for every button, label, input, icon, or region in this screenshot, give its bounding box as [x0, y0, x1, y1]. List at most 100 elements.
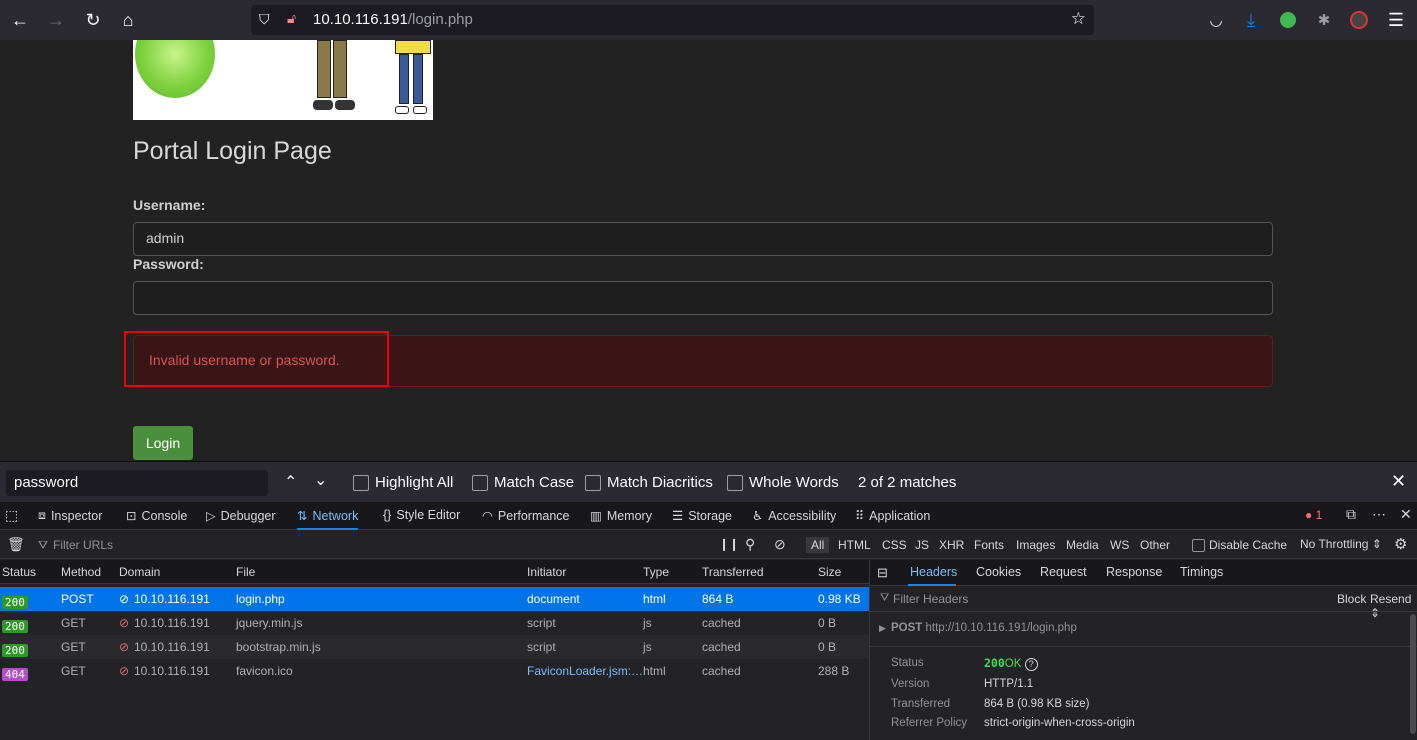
- profile-avatar-icon[interactable]: [1347, 8, 1371, 32]
- filter-images[interactable]: Images: [1016, 538, 1055, 552]
- tab-memory[interactable]: ▥ Memory: [590, 508, 652, 524]
- close-devtools-icon[interactable]: ✕: [1400, 506, 1412, 523]
- version-value: HTTP/1.1: [984, 678, 1034, 690]
- dock-icon[interactable]: ⧉: [1346, 506, 1356, 523]
- toggle-sidebar-icon[interactable]: ⊟: [877, 565, 888, 581]
- more-options-icon[interactable]: ⋯: [1372, 506, 1386, 523]
- filter-xhr[interactable]: XHR: [939, 538, 964, 552]
- expand-arrow-icon[interactable]: ▶: [879, 623, 886, 634]
- forward-arrow-icon[interactable]: →: [44, 8, 68, 32]
- menu-icon[interactable]: ☰: [1384, 8, 1408, 32]
- login-button[interactable]: Login: [133, 426, 193, 460]
- column-initiator[interactable]: Initiator: [527, 565, 566, 579]
- help-icon[interactable]: ?: [1024, 658, 1038, 671]
- insecure-lock-icon[interactable]: 🔓︎: [287, 10, 296, 27]
- tab-style-editor[interactable]: {} Style Editor: [383, 508, 460, 522]
- extension-puzzle-icon[interactable]: ✱: [1312, 8, 1336, 32]
- request-initiator: script: [527, 616, 556, 630]
- throttling-select[interactable]: No Throttling ⇕: [1300, 537, 1382, 551]
- username-input[interactable]: admin: [133, 222, 1273, 256]
- error-count-badge[interactable]: ● 1: [1305, 508, 1322, 522]
- settings-gear-icon[interactable]: ⚙: [1394, 535, 1407, 553]
- tab-inspector[interactable]: ⧈ Inspector: [38, 508, 102, 523]
- tab-storage[interactable]: ☰ Storage: [672, 508, 732, 524]
- download-icon[interactable]: ⤓: [1239, 8, 1263, 32]
- tab-performance[interactable]: ◠ Performance: [482, 508, 569, 524]
- table-row[interactable]: 404 GET ⊘ 10.10.116.191 favicon.ico Favi…: [0, 659, 869, 683]
- tab-response[interactable]: Response: [1106, 565, 1162, 579]
- pocket-icon[interactable]: ◡: [1204, 8, 1228, 32]
- column-transferred[interactable]: Transferred: [702, 565, 764, 579]
- search-icon[interactable]: ⚲: [745, 536, 755, 553]
- filter-html[interactable]: HTML: [838, 538, 871, 552]
- request-details-panel: ⊟ Headers Cookies Request Response Timin…: [869, 560, 1417, 740]
- shield-icon[interactable]: ⛉: [259, 11, 270, 28]
- find-next-icon[interactable]: ⌄: [314, 470, 327, 490]
- find-input[interactable]: password: [6, 470, 268, 496]
- home-icon[interactable]: ⌂: [116, 8, 140, 32]
- password-input[interactable]: [133, 281, 1273, 315]
- filter-headers-input[interactable]: Filter Headers: [893, 592, 968, 606]
- devtools-tabs: ⬚ ⧈ Inspector ⊡ Console ▷ Debugger ⇅ Network…: [0, 502, 1417, 530]
- filter-ws[interactable]: WS: [1110, 538, 1129, 552]
- request-size: 288 B: [818, 664, 850, 678]
- status-value: 200OK ?: [984, 656, 1038, 671]
- disable-cache-label: Disable Cache: [1209, 538, 1288, 552]
- filter-urls-input[interactable]: Filter URLs: [53, 538, 113, 552]
- reload-icon[interactable]: ↻: [81, 8, 105, 32]
- scrollbar[interactable]: [1410, 614, 1416, 734]
- column-type[interactable]: Type: [643, 565, 669, 579]
- filter-all[interactable]: All: [806, 537, 830, 553]
- table-row[interactable]: 200 GET ⊘ 10.10.116.191 bootstrap.min.js…: [0, 635, 869, 659]
- tab-cookies[interactable]: Cookies: [976, 565, 1021, 579]
- element-picker-icon[interactable]: ⬚: [5, 507, 18, 524]
- transferred-label: Transferred: [891, 698, 951, 710]
- block-icon[interactable]: ⊘: [774, 536, 786, 553]
- tab-debugger[interactable]: ▷ Debugger: [206, 508, 276, 524]
- filter-media[interactable]: Media: [1066, 538, 1099, 552]
- find-previous-icon[interactable]: ⌃: [284, 472, 297, 492]
- table-row[interactable]: 200 GET ⊘ 10.10.116.191 jquery.min.js sc…: [0, 611, 869, 635]
- filter-css[interactable]: CSS: [882, 538, 907, 552]
- trash-icon[interactable]: 🗑︎: [7, 536, 25, 553]
- insecure-icon: ⊘: [119, 616, 130, 630]
- bookmark-star-icon[interactable]: ☆: [1071, 9, 1086, 29]
- match-diacritics-checkbox[interactable]: Match Diacritics: [585, 474, 713, 491]
- column-method[interactable]: Method: [61, 565, 101, 579]
- tab-console[interactable]: ⊡ Console: [126, 508, 187, 524]
- request-initiator[interactable]: FaviconLoader.jsm:…: [527, 664, 643, 678]
- request-transferred: 864 B: [702, 592, 734, 606]
- column-file[interactable]: File: [236, 565, 255, 579]
- disable-cache-checkbox[interactable]: [1192, 539, 1205, 552]
- column-domain[interactable]: Domain: [119, 565, 160, 579]
- column-status[interactable]: Status: [2, 565, 36, 579]
- filter-fonts[interactable]: Fonts: [974, 538, 1004, 552]
- filter-other[interactable]: Other: [1140, 538, 1170, 552]
- highlight-all-label: Highlight All: [375, 474, 454, 491]
- close-findbar-icon[interactable]: ✕: [1391, 471, 1406, 492]
- whole-words-checkbox[interactable]: Whole Words: [727, 474, 839, 491]
- find-bar: password ⌃ ⌄ Highlight All Match Case Ma…: [0, 461, 1417, 502]
- block-button[interactable]: Block: [1337, 592, 1366, 606]
- status-text: OK: [1004, 658, 1022, 670]
- tab-network[interactable]: ⇅ Network: [297, 508, 359, 530]
- match-case-checkbox[interactable]: Match Case: [472, 474, 574, 491]
- column-size[interactable]: Size: [818, 565, 841, 579]
- request-table-header: Status Method Domain File Initiator Type…: [0, 560, 869, 584]
- highlight-all-checkbox[interactable]: Highlight All: [353, 474, 453, 491]
- tab-application[interactable]: ⠿ Application: [855, 508, 930, 524]
- tab-timings[interactable]: Timings: [1180, 565, 1223, 579]
- character-right-graphic: [395, 40, 431, 120]
- extension-leaf-icon[interactable]: [1276, 8, 1300, 32]
- url-path: /login.php: [407, 11, 473, 28]
- tab-label: Debugger: [220, 508, 276, 523]
- back-arrow-icon[interactable]: ←: [8, 8, 32, 32]
- tab-accessibility[interactable]: ♿︎ Accessibility: [752, 508, 836, 524]
- pause-icon[interactable]: ❙❙: [719, 537, 739, 551]
- tab-request[interactable]: Request: [1040, 565, 1087, 579]
- annotation-highlight-box: [124, 331, 389, 387]
- table-row[interactable]: 200 POST ⊘ 10.10.116.191 login.php docum…: [0, 587, 869, 611]
- tab-headers[interactable]: Headers: [910, 565, 957, 579]
- url-bar[interactable]: ⛉ 🔓︎ 10.10.116.191/login.php ☆: [251, 5, 1094, 35]
- filter-js[interactable]: JS: [915, 538, 929, 552]
